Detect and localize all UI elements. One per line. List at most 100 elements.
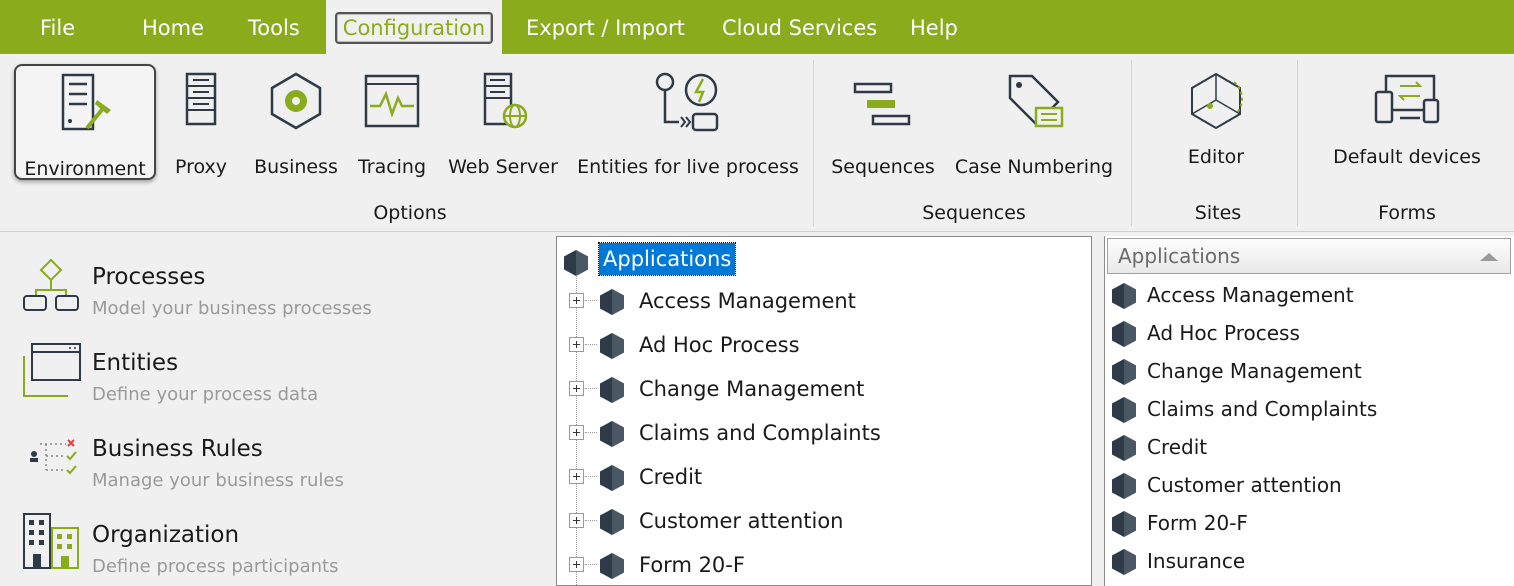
processes-icon [23, 258, 79, 311]
tree-connector [585, 344, 597, 345]
tree-node[interactable]: Credit [557, 457, 1087, 497]
application-icon [599, 420, 625, 452]
proxy-button[interactable]: Proxy [170, 64, 232, 180]
list-item[interactable]: Insurance [1105, 542, 1513, 580]
tree-node[interactable]: Claims and Complaints [557, 413, 1087, 453]
list-item-label: Form 20-F [1147, 511, 1248, 535]
application-icon [599, 464, 625, 496]
expand-icon[interactable] [569, 469, 584, 484]
expand-icon[interactable] [569, 513, 584, 528]
web-server-icon [483, 72, 528, 129]
organization-title: Organization [92, 522, 240, 548]
menu-configuration-label: Configuration [334, 12, 494, 44]
list-item[interactable]: Access Management [1105, 276, 1513, 314]
list-item[interactable]: Change Management [1105, 352, 1513, 390]
tree-node-label: Claims and Complaints [639, 421, 881, 445]
application-icon [599, 552, 625, 584]
tracing-icon [364, 74, 420, 128]
application-icon [1111, 282, 1137, 314]
expand-icon[interactable] [569, 293, 584, 308]
list-item-label: Credit [1147, 435, 1208, 459]
default-devices-icon [1374, 74, 1440, 124]
sort-up-icon [1480, 253, 1498, 261]
tree-connector [585, 564, 597, 565]
proxy-label: Proxy [174, 156, 228, 178]
case-numbering-icon [1008, 74, 1064, 128]
tree-connector [585, 432, 597, 433]
tree-node[interactable]: Ad Hoc Process [557, 325, 1087, 365]
menu-configuration[interactable]: Configuration [326, 0, 502, 54]
expand-icon[interactable] [569, 337, 584, 352]
menu-file[interactable]: File [40, 0, 75, 54]
business-label: Business [254, 156, 338, 178]
sequences-label: Sequences [831, 156, 935, 178]
list-header[interactable]: Applications [1107, 238, 1511, 274]
processes-subtitle: Model your business processes [92, 298, 372, 319]
menu-cloud-services[interactable]: Cloud Services [722, 0, 877, 54]
ribbon-separator [813, 60, 814, 226]
sites-group-label: Sites [1194, 202, 1242, 224]
tree-node-label: Change Management [639, 377, 865, 401]
default-devices-button[interactable]: Default devices [1320, 64, 1494, 180]
applications-list[interactable]: Applications Access Management Ad Hoc Pro… [1104, 236, 1514, 586]
list-item-label: Claims and Complaints [1147, 397, 1378, 421]
ribbon-separator [1131, 60, 1132, 226]
tree-node[interactable]: Customer attention [557, 501, 1087, 541]
forms-group-label: Forms [1378, 202, 1436, 224]
business-button[interactable]: Business [250, 64, 342, 180]
business-rules-subtitle: Manage your business rules [92, 470, 344, 491]
list-item[interactable]: Form 20-F [1105, 504, 1513, 542]
tree-connector [585, 388, 597, 389]
application-icon [1111, 396, 1137, 428]
organization-subtitle: Define process participants [92, 556, 339, 577]
organization-item[interactable]: Organization Define process participants [0, 506, 552, 586]
menu-home[interactable]: Home [142, 0, 204, 54]
sequences-button[interactable]: Sequences [828, 64, 938, 180]
tree-node-label: Customer attention [639, 509, 844, 533]
list-item-label: Insurance [1147, 549, 1246, 573]
menu-help[interactable]: Help [910, 0, 958, 54]
entities-live-process-label: Entities for live process [577, 156, 799, 178]
business-rules-icon [30, 439, 77, 475]
application-icon [1111, 548, 1137, 580]
expand-icon[interactable] [569, 557, 584, 572]
entities-title: Entities [92, 350, 179, 376]
list-item[interactable]: Claims and Complaints [1105, 390, 1513, 428]
tracing-button[interactable]: Tracing [352, 64, 432, 180]
list-item[interactable]: Credit [1105, 428, 1513, 466]
case-numbering-button[interactable]: Case Numbering [950, 64, 1118, 180]
editor-button[interactable]: Editor [1160, 64, 1272, 180]
processes-item[interactable]: Processes Model your business processes [0, 248, 552, 328]
expand-icon[interactable] [569, 425, 584, 440]
business-rules-item[interactable]: Business Rules Manage your business rule… [0, 420, 552, 500]
application-icon [1111, 472, 1137, 504]
tree-connector [585, 476, 597, 477]
list-item[interactable]: Customer attention [1105, 466, 1513, 504]
entities-live-process-button[interactable]: Entities for live process [574, 64, 802, 180]
menu-tools[interactable]: Tools [248, 0, 300, 54]
tree-node[interactable]: Form 20-F [557, 545, 1087, 585]
expand-icon[interactable] [569, 381, 584, 396]
tree-node-label: Ad Hoc Process [639, 333, 800, 357]
options-group-label: Options [373, 202, 447, 224]
web-server-label: Web Server [448, 156, 558, 178]
list-item[interactable]: Ad Hoc Process [1105, 314, 1513, 352]
list-item-label: Access Management [1147, 283, 1354, 307]
menu-export-import[interactable]: Export / Import [526, 0, 685, 54]
sequences-icon [853, 82, 911, 126]
application-icon [599, 332, 625, 364]
proxy-icon [185, 72, 217, 126]
tree-node[interactable]: Change Management [557, 369, 1087, 409]
case-numbering-label: Case Numbering [954, 156, 1114, 178]
tree-root-label: Applications [597, 242, 737, 276]
tree-node-label: Credit [639, 465, 703, 489]
tree-node[interactable]: Access Management [557, 281, 1087, 321]
entities-item[interactable]: Entities Define your process data [0, 334, 552, 414]
organization-icon [23, 513, 79, 569]
ribbon-separator [1297, 60, 1298, 226]
processes-title: Processes [92, 264, 206, 290]
application-icon [1111, 320, 1137, 352]
web-server-button[interactable]: Web Server [444, 64, 562, 180]
environment-button[interactable]: Environment [14, 64, 156, 180]
applications-tree[interactable]: Applications Access Management Ad Hoc Pro… [556, 236, 1092, 586]
